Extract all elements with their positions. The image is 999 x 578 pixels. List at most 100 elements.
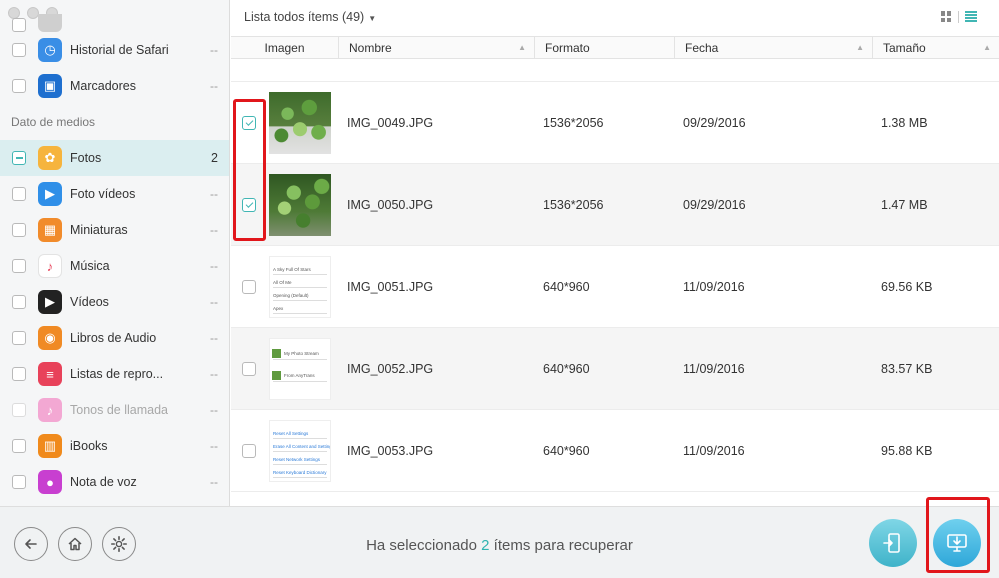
thumbnail-divider <box>273 313 327 314</box>
thumbnail-divider <box>273 300 327 301</box>
music-icon: ♪ <box>38 254 62 278</box>
thumbnail-text: Opening (Default) <box>273 293 309 298</box>
thumbnail-text: From AnyTrans <box>284 373 315 378</box>
sidebar-item-partial[interactable] <box>0 14 229 32</box>
sidebar-checkbox[interactable] <box>12 295 26 309</box>
row-checkbox[interactable] <box>242 280 256 294</box>
sidebar-checkbox[interactable] <box>12 43 26 57</box>
thumbnail-image: Reset All Settings Erase All Content and … <box>269 420 331 482</box>
cell-format: 1536*2056 <box>543 198 604 212</box>
sidebar-item-label: Vídeos <box>70 295 109 309</box>
list-view-icon[interactable] <box>965 11 977 22</box>
status-suffix: ítems para recuperar <box>493 537 633 554</box>
sidebar-checkbox[interactable] <box>12 187 26 201</box>
cell-date: 11/09/2016 <box>683 444 745 458</box>
sidebar-item-music[interactable]: ♪ Música -- <box>0 248 229 284</box>
recover-to-device-button[interactable] <box>869 519 917 567</box>
ibooks-icon: ▥ <box>38 434 62 458</box>
sidebar-item-ringtones: ♪ Tonos de llamada -- <box>0 392 229 428</box>
table-row[interactable]: IMG_0050.JPG 1536*2056 09/29/2016 1.47 MB <box>231 164 999 246</box>
chevron-down-icon: ▼ <box>368 14 377 23</box>
table-row[interactable] <box>231 59 999 82</box>
sidebar-item-ibooks[interactable]: ▥ iBooks -- <box>0 428 229 464</box>
sidebar-checkbox[interactable] <box>12 331 26 345</box>
file-list: IMG_0049.JPG 1536*2056 09/29/2016 1.38 MB IM… <box>231 59 999 506</box>
sidebar-checkbox[interactable] <box>12 79 26 93</box>
sort-arrow-icon: ▲ <box>983 43 991 52</box>
sidebar-item-videos[interactable]: ▶ Vídeos -- <box>0 284 229 320</box>
row-checkbox[interactable] <box>242 444 256 458</box>
sidebar-item-label: Miniaturas <box>70 223 128 237</box>
sidebar-item-count: -- <box>210 439 218 453</box>
sidebar-item-audiobooks[interactable]: ◉ Libros de Audio -- <box>0 320 229 356</box>
table-row[interactable]: IMG_0049.JPG 1536*2056 09/29/2016 1.38 MB <box>231 82 999 164</box>
clapper-icon: ▶ <box>38 290 62 314</box>
column-image[interactable]: Imagen <box>231 37 339 59</box>
table-row[interactable]: A Sky Full Of Stars All Of Me Opening (Def… <box>231 246 999 328</box>
sidebar-checkbox[interactable] <box>12 223 26 237</box>
column-header: Imagen Nombre ▲ Formato Fecha ▲ Tamaño ▲ <box>231 36 999 59</box>
table-row[interactable]: Reset All Settings Erase All Content and … <box>231 410 999 492</box>
column-image-label: Imagen <box>264 41 305 55</box>
row-checkbox[interactable] <box>242 362 256 376</box>
divider <box>958 11 959 23</box>
sidebar-item-label: Foto vídeos <box>70 187 136 201</box>
sidebar-item-thumbnails[interactable]: ▦ Miniaturas -- <box>0 212 229 248</box>
column-size[interactable]: Tamaño ▲ <box>873 37 999 59</box>
sidebar-item-count: -- <box>210 79 218 93</box>
cell-size: 69.56 KB <box>881 280 933 294</box>
thumbnail-icon: ▦ <box>38 218 62 242</box>
photos-icon: ✿ <box>38 146 62 170</box>
cell-size: 95.88 KB <box>881 444 933 458</box>
sidebar-item-count: -- <box>210 187 218 201</box>
sidebar-item-label: iBooks <box>70 439 108 453</box>
sidebar-item-bookmarks[interactable]: ▣ Marcadores -- <box>0 68 229 104</box>
thumbnail-image <box>269 174 331 236</box>
sidebar-checkbox[interactable] <box>12 367 26 381</box>
sidebar-checkbox[interactable] <box>12 18 26 32</box>
cell-size: 1.47 MB <box>881 198 928 212</box>
cell-date: 11/09/2016 <box>683 280 745 294</box>
thumbnail-text: Erase All Content and Settings <box>273 444 331 449</box>
sidebar-checkbox[interactable] <box>12 439 26 453</box>
sidebar-item-label: Nota de voz <box>70 475 137 489</box>
sidebar-item-voice-memo[interactable]: ● Nota de voz -- <box>0 464 229 500</box>
thumbnail-image: My Photo Stream From AnyTrans <box>269 338 331 400</box>
thumbnail-text: My Photo Stream <box>284 351 319 356</box>
sidebar-item-safari-history[interactable]: ◷ Historial de Safari -- <box>0 32 229 68</box>
view-toggle <box>941 11 977 23</box>
sidebar-item-playlists[interactable]: ≡ Listas de repro... -- <box>0 356 229 392</box>
sidebar-item-count: -- <box>210 295 218 309</box>
sidebar-checkbox[interactable] <box>12 403 26 417</box>
thumbnail-divider <box>273 359 327 360</box>
cell-name: IMG_0049.JPG <box>347 116 434 130</box>
thumbnail-mini-photo <box>272 349 281 358</box>
sidebar-item-count: -- <box>210 475 218 489</box>
list-title-text: Lista todos ítems (49) <box>244 10 365 24</box>
column-date[interactable]: Fecha ▲ <box>675 37 873 59</box>
column-format[interactable]: Formato <box>535 37 675 59</box>
thumbnail-divider <box>273 287 327 288</box>
bookmark-icon: ▣ <box>38 74 62 98</box>
column-name-label: Nombre <box>349 41 392 55</box>
sidebar-checkbox[interactable] <box>12 259 26 273</box>
cell-name: IMG_0052.JPG <box>347 362 434 376</box>
table-row[interactable]: My Photo Stream From AnyTrans IMG_0052.JPG… <box>231 328 999 410</box>
list-title-dropdown[interactable]: Lista todos ítems (49) ▼ <box>244 10 376 24</box>
sidebar-checkbox[interactable] <box>12 475 26 489</box>
column-size-label: Tamaño <box>883 41 926 55</box>
sidebar-item-count: -- <box>210 367 218 381</box>
grid-view-icon[interactable] <box>941 11 952 22</box>
thumbnail-mini-photo <box>272 371 281 380</box>
thumbnail-divider <box>273 477 327 478</box>
column-name[interactable]: Nombre ▲ <box>339 37 535 59</box>
sidebar-item-photo-videos[interactable]: ▶ Foto vídeos -- <box>0 176 229 212</box>
column-date-label: Fecha <box>685 41 719 55</box>
sidebar-checkbox[interactable] <box>12 151 26 165</box>
sidebar-item-count: -- <box>210 43 218 57</box>
thumbnail-image <box>269 92 331 154</box>
sidebar-item-photos[interactable]: ✿ Fotos 2 <box>0 140 229 176</box>
sidebar: ◷ Historial de Safari -- ▣ Marcadores -- Dato … <box>0 0 230 506</box>
cell-size: 83.57 KB <box>881 362 933 376</box>
blank-icon <box>38 14 62 32</box>
